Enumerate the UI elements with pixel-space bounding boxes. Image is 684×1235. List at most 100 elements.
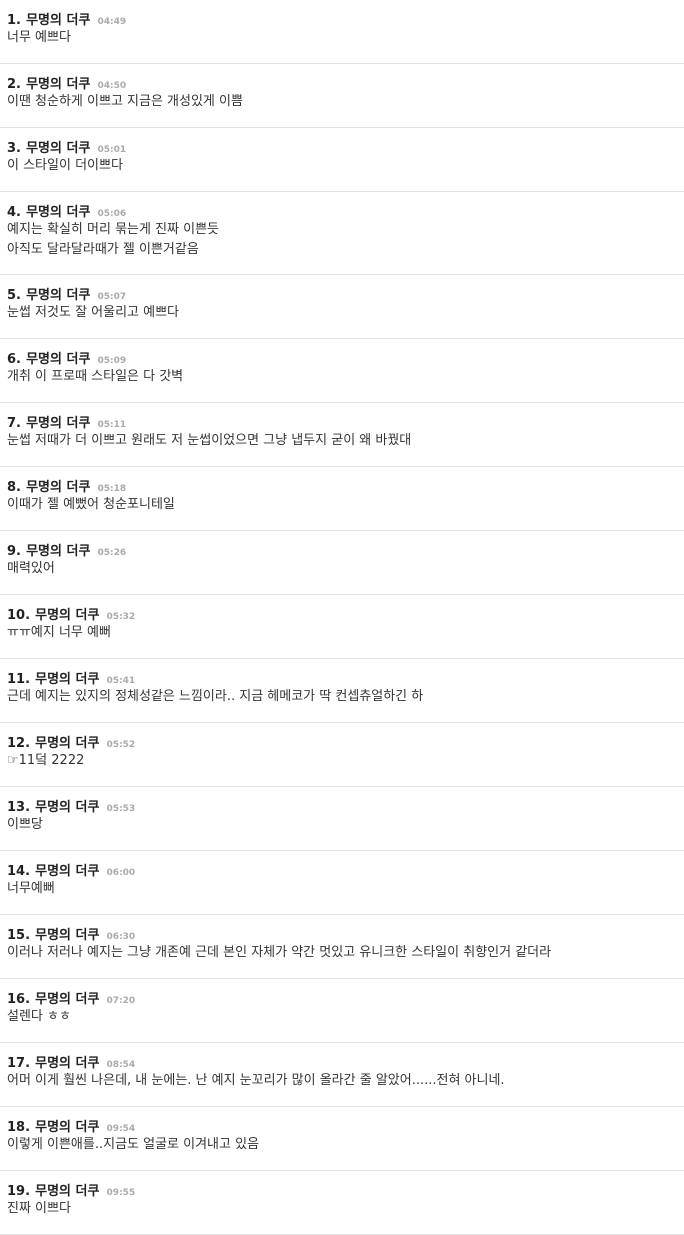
comment-item: 6. 무명의 더쿠 05:09 개취 이 프로때 스타일은 다 갓벽 xyxy=(0,339,684,403)
comment-number: 13. xyxy=(7,800,31,815)
comment-header: 18. 무명의 더쿠 09:54 xyxy=(7,1116,677,1135)
comment-time: 05:41 xyxy=(106,676,136,686)
comment-time: 05:11 xyxy=(97,420,127,430)
comment-number: 12. xyxy=(7,736,31,751)
comment-time: 09:54 xyxy=(106,1124,136,1134)
comment-text: ☞11덬 2222 xyxy=(7,753,85,768)
comment-text: 예지는 확실히 머리 묶는게 진짜 이쁜듯 xyxy=(7,222,220,237)
comment-text: 이러나 저러나 예지는 그냥 개존예 근데 본인 자체가 약간 멋있고 유니크한… xyxy=(7,945,552,960)
comment-header: 11. 무명의 더쿠 05:41 xyxy=(7,668,677,687)
comment-time: 05:52 xyxy=(106,740,136,750)
comment-text: 근데 예지는 있지의 정체성같은 느낌이라.. 지금 헤메코가 딱 컨셉츄얼하긴… xyxy=(7,689,424,704)
comment-number: 14. xyxy=(7,864,31,879)
comment-author: 무명의 더쿠 xyxy=(35,736,100,751)
comment-header: 6. 무명의 더쿠 05:09 xyxy=(7,348,677,367)
comment-author: 무명의 더쿠 xyxy=(26,416,91,431)
comment-item: 10. 무명의 더쿠 05:32 ㅠㅠ예지 너무 예뻐 xyxy=(0,595,684,659)
comment-number: 17. xyxy=(7,1056,31,1071)
comment-number: 1. xyxy=(7,13,21,28)
comment-text: 이렇게 이쁜애를..지금도 얼굴로 이겨내고 있음 xyxy=(7,1137,260,1152)
comment-time: 05:06 xyxy=(97,209,127,219)
comment-item: 7. 무명의 더쿠 05:11 눈썹 저때가 더 이쁘고 원래도 저 눈썹이었으면… xyxy=(0,403,684,467)
comment-item: 8. 무명의 더쿠 05:18 이때가 젤 예뻤어 청순포니테일 xyxy=(0,467,684,531)
comment-header: 9. 무명의 더쿠 05:26 xyxy=(7,540,677,559)
comment-header: 16. 무명의 더쿠 07:20 xyxy=(7,988,677,1007)
comment-text: 이쁘당 xyxy=(7,817,43,832)
comment-header: 1. 무명의 더쿠 04:49 xyxy=(7,9,677,28)
comment-number: 16. xyxy=(7,992,31,1007)
comment-time: 05:53 xyxy=(106,804,136,814)
comment-author: 무명의 더쿠 xyxy=(26,77,91,92)
comment-text: 눈썹 저때가 더 이쁘고 원래도 저 눈썹이었으면 그냥 냅두지 굳이 왜 바꿨… xyxy=(7,433,412,448)
comment-author: 무명의 더쿠 xyxy=(26,288,91,303)
comment-item: 4. 무명의 더쿠 05:06 예지는 확실히 머리 묶는게 진짜 이쁜듯아직도 … xyxy=(0,192,684,275)
comment-header: 12. 무명의 더쿠 05:52 xyxy=(7,732,677,751)
comment-author: 무명의 더쿠 xyxy=(35,1056,100,1071)
comment-header: 7. 무명의 더쿠 05:11 xyxy=(7,412,677,431)
comment-author: 무명의 더쿠 xyxy=(35,1120,100,1135)
comment-text: 아직도 달라달라때가 젤 이쁜거같음 xyxy=(7,242,199,257)
comment-item: 12. 무명의 더쿠 05:52 ☞11덬 2222 xyxy=(0,723,684,787)
comment-number: 7. xyxy=(7,416,21,431)
comment-author: 무명의 더쿠 xyxy=(35,608,100,623)
comment-number: 18. xyxy=(7,1120,31,1135)
comment-item: 11. 무명의 더쿠 05:41 근데 예지는 있지의 정체성같은 느낌이라.. … xyxy=(0,659,684,723)
comment-time: 08:54 xyxy=(106,1060,136,1070)
comment-text: 설렌다 ㅎㅎ xyxy=(7,1009,71,1024)
comment-item: 1. 무명의 더쿠 04:49 너무 예쁘다 xyxy=(0,0,684,64)
comment-number: 3. xyxy=(7,141,21,156)
comment-time: 05:32 xyxy=(106,612,136,622)
comment-header: 19. 무명의 더쿠 09:55 xyxy=(7,1180,677,1199)
comment-author: 무명의 더쿠 xyxy=(26,352,91,367)
comment-author: 무명의 더쿠 xyxy=(26,13,91,28)
comment-item: 16. 무명의 더쿠 07:20 설렌다 ㅎㅎ xyxy=(0,979,684,1043)
comment-number: 10. xyxy=(7,608,31,623)
comment-number: 8. xyxy=(7,480,21,495)
comment-item: 5. 무명의 더쿠 05:07 눈썹 저것도 잘 어울리고 예쁘다 xyxy=(0,275,684,339)
comment-number: 15. xyxy=(7,928,31,943)
comment-text: 개취 이 프로때 스타일은 다 갓벽 xyxy=(7,369,184,384)
comment-text: 이땐 청순하게 이쁘고 지금은 개성있게 이쁨 xyxy=(7,94,243,109)
comment-time: 05:18 xyxy=(97,484,127,494)
comment-author: 무명의 더쿠 xyxy=(26,141,91,156)
comment-author: 무명의 더쿠 xyxy=(35,672,100,687)
comment-author: 무명의 더쿠 xyxy=(26,480,91,495)
comment-number: 4. xyxy=(7,205,21,220)
comment-header: 10. 무명의 더쿠 05:32 xyxy=(7,604,677,623)
comment-item: 19. 무명의 더쿠 09:55 진짜 이쁘다 xyxy=(0,1171,684,1235)
comment-author: 무명의 더쿠 xyxy=(26,544,91,559)
comment-time: 04:49 xyxy=(97,17,127,27)
comment-header: 8. 무명의 더쿠 05:18 xyxy=(7,476,677,495)
comment-author: 무명의 더쿠 xyxy=(35,992,100,1007)
comment-time: 05:07 xyxy=(97,292,127,302)
comment-list: 1. 무명의 더쿠 04:49 너무 예쁘다 2. 무명의 더쿠 04:50 이땐 청… xyxy=(0,0,684,1235)
comment-time: 07:20 xyxy=(106,996,136,1006)
comment-header: 17. 무명의 더쿠 08:54 xyxy=(7,1052,677,1071)
comment-time: 09:55 xyxy=(106,1188,136,1198)
comment-text: 매력있어 xyxy=(7,561,55,576)
comment-number: 6. xyxy=(7,352,21,367)
comment-header: 4. 무명의 더쿠 05:06 xyxy=(7,201,677,220)
comment-author: 무명의 더쿠 xyxy=(35,928,100,943)
comment-text: 너무 예쁘다 xyxy=(7,30,71,45)
comment-text: ㅠㅠ예지 너무 예뻐 xyxy=(7,625,111,640)
comment-text: 너무예뻐 xyxy=(7,881,55,896)
comment-item: 2. 무명의 더쿠 04:50 이땐 청순하게 이쁘고 지금은 개성있게 이쁨 xyxy=(0,64,684,128)
comment-number: 5. xyxy=(7,288,21,303)
comment-time: 05:09 xyxy=(97,356,127,366)
comment-item: 13. 무명의 더쿠 05:53 이쁘당 xyxy=(0,787,684,851)
comment-time: 05:26 xyxy=(97,548,127,558)
comment-header: 15. 무명의 더쿠 06:30 xyxy=(7,924,677,943)
comment-item: 14. 무명의 더쿠 06:00 너무예뻐 xyxy=(0,851,684,915)
comment-number: 2. xyxy=(7,77,21,92)
comment-header: 5. 무명의 더쿠 05:07 xyxy=(7,284,677,303)
comment-time: 04:50 xyxy=(97,81,127,91)
comment-time: 05:01 xyxy=(97,145,127,155)
comment-item: 3. 무명의 더쿠 05:01 이 스타일이 더이쁘다 xyxy=(0,128,684,192)
comment-item: 15. 무명의 더쿠 06:30 이러나 저러나 예지는 그냥 개존예 근데 본인… xyxy=(0,915,684,979)
comment-number: 9. xyxy=(7,544,21,559)
comment-header: 14. 무명의 더쿠 06:00 xyxy=(7,860,677,879)
comment-item: 9. 무명의 더쿠 05:26 매력있어 xyxy=(0,531,684,595)
comment-header: 3. 무명의 더쿠 05:01 xyxy=(7,137,677,156)
comment-text: 어머 이게 훨씬 나은데, 내 눈에는. 난 예지 눈꼬리가 많이 올라간 줄 … xyxy=(7,1073,505,1088)
